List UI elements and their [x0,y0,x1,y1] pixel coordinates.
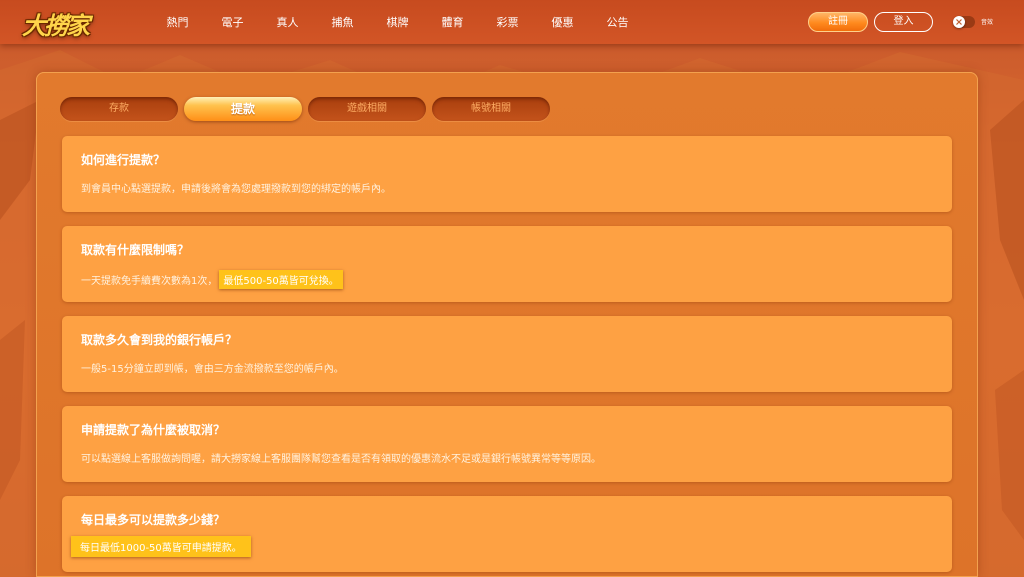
faq-panel: 存款 提款 遊戲相關 帳號相關 如何進行提款？ 到會員中心點選提款，申請後將會為… [36,72,978,577]
faq-question: 如何進行提款？ [81,153,166,167]
nav-item-lottery[interactable]: 彩票 [480,14,535,30]
faq-answer: 一天提款免手續費次數為1次， 最低500-50萬皆可兌換。 [81,270,343,289]
nav-item-electronic[interactable]: 電子 [205,14,260,30]
faq-answer-text: 一天提款免手續費次數為1次， [81,276,218,287]
faq-answer: 一般5-15分鐘立即到帳，會由三方金流撥款至您的帳戶內。 [81,364,344,375]
sound-toggle[interactable] [953,16,975,28]
tab-account-related[interactable]: 帳號相關 [432,97,550,121]
faq-item: 申請提款了為什麼被取消？ 可以點選線上客服做詢問喔，請大撈家線上客服團隊幫您查看… [62,406,952,482]
register-button[interactable]: 註冊 [808,12,868,32]
faq-category-tabs: 存款 提款 遊戲相關 帳號相關 [60,97,556,121]
tab-game-related[interactable]: 遊戲相關 [308,97,426,121]
nav-item-promotions[interactable]: 優惠 [535,14,590,30]
faq-item: 如何進行提款？ 到會員中心點選提款，申請後將會為您處理撥款到您的綁定的帳戶內。 [62,136,952,212]
faq-question: 申請提款了為什麼被取消？ [81,423,226,437]
faq-answer-highlight: 最低500-50萬皆可兌換。 [219,270,343,289]
nav-item-announcements[interactable]: 公告 [590,14,645,30]
main-nav: 熱門 電子 真人 捕魚 棋牌 體育 彩票 優惠 公告 [150,0,645,44]
logo-text: 大撈家 [22,11,90,40]
mute-icon [956,19,962,25]
faq-answer: 可以點選線上客服做詢問喔，請大撈家線上客服團隊幫您查看是否有領取的優惠流水不足或… [81,454,601,465]
top-navigation-bar: 大撈家 熱門 電子 真人 捕魚 棋牌 體育 彩票 優惠 公告 註冊 登入 音效 [0,0,1024,44]
faq-item: 取款多久會到我的銀行帳戶？ 一般5-15分鐘立即到帳，會由三方金流撥款至您的帳戶… [62,316,952,392]
site-logo[interactable]: 大撈家 [22,4,92,42]
faq-item: 取款有什麼限制嗎？ 一天提款免手續費次數為1次， 最低500-50萬皆可兌換。 [62,226,952,302]
nav-item-board-games[interactable]: 棋牌 [370,14,425,30]
nav-item-hot[interactable]: 熱門 [150,14,205,30]
faq-question: 每日最多可以提款多少錢？ [81,513,226,527]
sound-toggle-knob [953,16,965,28]
nav-item-fishing[interactable]: 捕魚 [315,14,370,30]
faq-answer-highlight: 每日最低1000-50萬皆可申請提款。 [71,536,251,557]
faq-answer: 到會員中心點選提款，申請後將會為您處理撥款到您的綁定的帳戶內。 [81,184,391,195]
faq-item: 每日最多可以提款多少錢？ 每日最低1000-50萬皆可申請提款。 [62,496,952,572]
sound-label: 音效 [981,19,994,26]
tab-deposit[interactable]: 存款 [60,97,178,121]
login-button[interactable]: 登入 [874,12,933,32]
faq-question: 取款有什麼限制嗎？ [81,243,190,257]
tab-withdrawal[interactable]: 提款 [184,97,302,121]
nav-item-live[interactable]: 真人 [260,14,315,30]
faq-question: 取款多久會到我的銀行帳戶？ [81,333,238,347]
nav-item-sports[interactable]: 體育 [425,14,480,30]
faq-answer: 每日最低1000-50萬皆可申請提款。 [71,536,251,557]
